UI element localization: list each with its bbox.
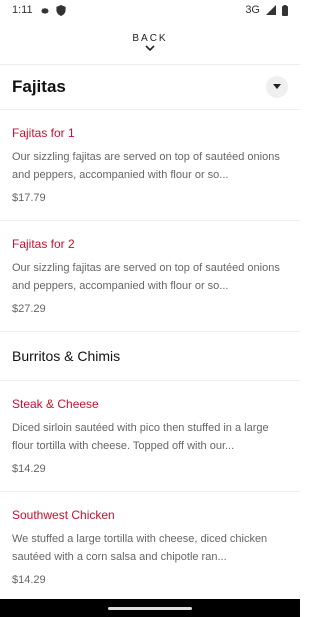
- status-right: 3G: [245, 4, 288, 16]
- item-name: Fajitas for 2: [12, 237, 75, 251]
- category-title: Fajitas: [12, 77, 66, 96]
- menu-item-fajitas-1[interactable]: Fajitas for 1 Our sizzling fajitas are s…: [0, 110, 300, 221]
- category-header: Fajitas: [0, 65, 300, 110]
- chevron-down-icon: [145, 44, 155, 52]
- item-description: We stuffed a large tortilla with cheese,…: [12, 533, 268, 563]
- item-price: $14.29: [12, 463, 46, 475]
- network-label: 3G: [245, 4, 260, 16]
- settings-icon: [39, 5, 50, 16]
- home-indicator[interactable]: [108, 606, 192, 610]
- item-price: $14.29: [12, 574, 46, 586]
- item-description: Our sizzling fajitas are served on top o…: [12, 262, 280, 292]
- menu-item-southwest-chicken[interactable]: Southwest Chicken We stuffed a large tor…: [0, 492, 300, 603]
- item-name: Steak & Cheese: [12, 397, 99, 411]
- status-bar: 1:11 3G: [0, 0, 300, 20]
- item-name: Southwest Chicken: [12, 508, 115, 522]
- item-price: $27.29: [12, 303, 46, 315]
- menu-item-steak-cheese[interactable]: Steak & Cheese Diced sirloin sautéed wit…: [0, 381, 300, 492]
- item-description: Our sizzling fajitas are served on top o…: [12, 151, 280, 181]
- shield-icon: [56, 4, 66, 16]
- section-title-burritos: Burritos & Chimis: [0, 332, 300, 381]
- item-description: Diced sirloin sautéed with pico then stu…: [12, 422, 269, 452]
- item-name: Fajitas for 1: [12, 126, 75, 140]
- status-time: 1:11: [12, 4, 33, 16]
- battery-icon: [282, 4, 288, 16]
- back-button[interactable]: BACK: [0, 20, 300, 65]
- signal-icon: [266, 5, 276, 15]
- status-left: 1:11: [12, 4, 66, 16]
- menu-item-fajitas-2[interactable]: Fajitas for 2 Our sizzling fajitas are s…: [0, 221, 300, 332]
- category-dropdown-button[interactable]: [266, 76, 288, 98]
- system-nav-bar: [0, 599, 300, 617]
- caret-down-icon: [273, 84, 281, 89]
- item-price: $17.79: [12, 192, 46, 204]
- back-label: BACK: [132, 32, 168, 44]
